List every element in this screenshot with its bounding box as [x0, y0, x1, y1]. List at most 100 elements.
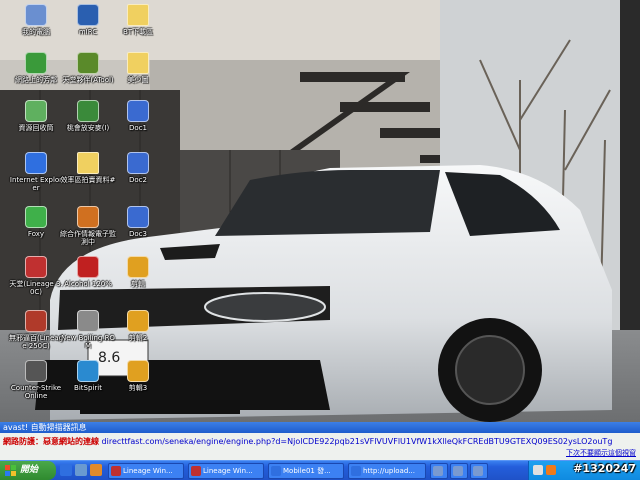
desktop-icon-label: 剪輯3: [128, 384, 148, 392]
desktop-icon-label: Counter-Strike Online: [10, 384, 62, 400]
desktop-icon[interactable]: Internet Explorer: [8, 152, 64, 192]
taskbar-button[interactable]: Lineage Win...: [188, 463, 264, 479]
desktop-icon[interactable]: 天堂夥伴(ATool): [60, 52, 116, 84]
avast-notification[interactable]: avast! 自動掃描器訊息 網路防護：惡意網站的連線 directtfast.…: [0, 422, 640, 460]
ie-icon: [271, 466, 281, 476]
cs-icon: [25, 360, 47, 382]
avast-body: 網路防護：惡意網站的連線 directtfast.com/seneka/engi…: [0, 433, 640, 460]
mirc-icon: [77, 4, 99, 26]
lineage-icon: [25, 256, 47, 278]
atool-icon: [77, 52, 99, 74]
desktop-icon-label: 剪輯: [131, 280, 145, 288]
network-icon: [25, 52, 47, 74]
lineage-icon: [111, 466, 121, 476]
desktop-icon-label: 天堂(Lineage 3.0C): [9, 280, 63, 296]
folder-icon: [77, 152, 99, 174]
taskbar-button-label: Lineage Win...: [203, 467, 253, 475]
desktop-icon-label: 資源回收筒: [18, 124, 54, 132]
desktop-icon[interactable]: BitSpirit: [60, 360, 116, 392]
desktop-icon-label: BT下載區: [122, 28, 154, 36]
avast-hide-link[interactable]: 下次不要顯示這個視窗: [566, 448, 636, 458]
tray-avast-icon[interactable]: [546, 465, 556, 475]
desktop-icon-label: New Boiling ROM: [61, 334, 115, 350]
ie-icon: [351, 466, 361, 476]
desktop-icon-label: Doc3: [129, 230, 147, 238]
avast-title: avast! 自動掃描器訊息: [0, 422, 640, 433]
avast-threat-label: 網路防護：惡意網站的連線: [3, 437, 99, 446]
taskbar-button[interactable]: [430, 463, 448, 479]
desktop-icon-label: 天堂夥伴(ATool): [62, 76, 114, 84]
desktop-icon[interactable]: BT下載區: [110, 4, 166, 36]
foxy-icon: [25, 206, 47, 228]
desktop-icon-label: Doc1: [129, 124, 147, 132]
desktop-icon[interactable]: Doc1: [110, 100, 166, 132]
desktop-icon-label: 綜合作情報電子監測中: [60, 230, 116, 246]
recycle-bin-icon: [25, 100, 47, 122]
taskbar-button[interactable]: [470, 463, 488, 479]
bitspirit-icon: [77, 360, 99, 382]
window-icon: [433, 466, 443, 476]
taskbar-button[interactable]: http://upload...: [348, 463, 426, 479]
desktop-icon[interactable]: 無邪逼百(Lineage 250C): [8, 310, 64, 350]
lineage-icon: [191, 466, 201, 476]
word-doc-icon: [127, 100, 149, 122]
desktop-icon[interactable]: 效率區拍賣資料#: [60, 152, 116, 184]
desktop-icon[interactable]: 綜合作情報電子監測中: [60, 206, 116, 246]
tray-network-icon[interactable]: [533, 465, 543, 475]
taskbar-button[interactable]: Lineage Win...: [108, 463, 184, 479]
desktop-icon[interactable]: 美少圖: [110, 52, 166, 84]
taskbar-button-label: Lineage Win...: [123, 467, 173, 475]
watermark: #1320247: [573, 462, 636, 475]
window-icon: [473, 466, 483, 476]
desktop-icon[interactable]: Doc2: [110, 152, 166, 184]
start-label: 開始: [20, 465, 39, 475]
taskbar-button-label: Mobile01 發...: [283, 467, 331, 475]
desktop-icon-label: Doc2: [129, 176, 147, 184]
desktop-icon-label: mIRC: [78, 28, 98, 36]
desktop-icon[interactable]: 網路上的芳鄰: [8, 52, 64, 84]
desktop-icon[interactable]: 剪輯: [110, 256, 166, 288]
ie-icon: [25, 152, 47, 174]
monitor-app-icon: [77, 206, 99, 228]
desktop-icon-label: Alcohol 120%: [64, 280, 112, 288]
desktop-icon-label: 效率區拍賣資料#: [60, 176, 116, 184]
desktop-icon-label: 網路上的芳鄰: [15, 76, 57, 84]
start-button[interactable]: 開始: [0, 461, 56, 480]
desktop-icon-label: Internet Explorer: [9, 176, 63, 192]
taskbar-button[interactable]: [450, 463, 468, 479]
taskbar-button[interactable]: Mobile01 發...: [268, 463, 344, 479]
quicklaunch-ie-icon[interactable]: [60, 464, 72, 476]
avast-blocked-url[interactable]: directtfast.com/seneka/engine/engine.php…: [102, 437, 613, 446]
desktop-icon[interactable]: 天堂(Lineage 3.0C): [8, 256, 64, 296]
desktop-icon[interactable]: Foxy: [8, 206, 64, 238]
quicklaunch-media-icon[interactable]: [90, 464, 102, 476]
desktop-icon[interactable]: New Boiling ROM: [60, 310, 116, 350]
computer-icon: [25, 4, 47, 26]
desktop-icon-label: 美少圖: [127, 76, 149, 84]
desktop-icon[interactable]: 我的電腦: [8, 4, 64, 36]
desktop-icon[interactable]: 桃會放安麥(I): [60, 100, 116, 132]
desktop-icon[interactable]: Doc3: [110, 206, 166, 238]
spreadsheet-icon: [77, 100, 99, 122]
jpeg-icon: [127, 360, 149, 382]
folder-icon: [127, 52, 149, 74]
desktop-icon[interactable]: mIRC: [60, 4, 116, 36]
jpeg-icon: [127, 256, 149, 278]
window-icon: [453, 466, 463, 476]
desktop-icon-label: 桃會放安麥(I): [66, 124, 110, 132]
disc-icon: [77, 310, 99, 332]
lineage2-icon: [25, 310, 47, 332]
windows-flag-icon: [5, 465, 16, 476]
taskbar-button-label: http://upload...: [363, 467, 415, 475]
folder-icon: [127, 4, 149, 26]
desktop-icon[interactable]: Alcohol 120%: [60, 256, 116, 288]
desktop-icon-label: 我的電腦: [22, 28, 50, 36]
desktop-icon[interactable]: 剪輯2: [110, 310, 166, 342]
desktop-icon-label: BitSpirit: [74, 384, 102, 392]
word-doc-icon: [127, 206, 149, 228]
desktop-icon[interactable]: Counter-Strike Online: [8, 360, 64, 400]
quicklaunch-desktop-icon[interactable]: [75, 464, 87, 476]
desktop-icon-label: 剪輯2: [128, 334, 148, 342]
desktop-icon[interactable]: 資源回收筒: [8, 100, 64, 132]
desktop-icon[interactable]: 剪輯3: [110, 360, 166, 392]
